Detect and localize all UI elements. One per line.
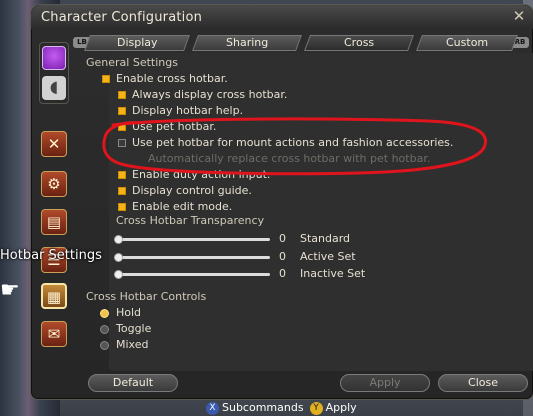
pointing-hand-icon: ☛ <box>0 278 20 303</box>
slider-track[interactable] <box>118 273 270 276</box>
slider-value: 0 <box>279 250 286 263</box>
hint-apply: Apply <box>325 401 357 414</box>
input-mode-selector: ◖ <box>39 42 69 104</box>
checkbox[interactable] <box>118 107 126 115</box>
setting-auto-replace-cross-hotbar: Automatically replace cross hotbar with … <box>148 152 431 165</box>
checkbox[interactable] <box>118 91 126 99</box>
mouse-icon[interactable]: ◖ <box>42 76 66 100</box>
setting-always-display-cross-hotbar[interactable]: Always display cross hotbar. <box>118 88 418 102</box>
title-bar[interactable]: Character Configuration ✕ <box>31 5 533 29</box>
setting-pet-hotbar-mount-actions[interactable]: Use pet hotbar for mount actions and fas… <box>118 136 498 150</box>
tab-cross[interactable]: Cross <box>304 35 414 51</box>
checkbox[interactable] <box>118 123 126 131</box>
slider-label: Standard <box>300 232 351 245</box>
checkbox[interactable] <box>118 171 126 179</box>
default-button[interactable]: Default <box>88 374 178 392</box>
tab-bar: Display Sharing Cross Custom <box>84 35 518 51</box>
setting-enable-cross-hotbar[interactable]: Enable cross hotbar. <box>102 72 402 86</box>
slider-value: 0 <box>279 267 286 280</box>
radio-hold[interactable]: Hold <box>100 306 220 320</box>
checkbox[interactable] <box>102 75 110 83</box>
category-sidebar: ◖ ✕ ⚙ ▤ ☰ ▦ ✉ <box>33 35 69 393</box>
slider-knob[interactable] <box>114 253 123 262</box>
slider-label: Active Set <box>300 250 356 263</box>
apply-button[interactable]: Apply <box>340 374 430 392</box>
card-settings-icon[interactable]: ▤ <box>41 209 67 235</box>
setting-enable-duty-action-input[interactable]: Enable duty action input. <box>118 168 418 182</box>
y-button-icon: Y <box>309 401 323 415</box>
tab-custom[interactable]: Custom <box>416 35 518 51</box>
general-settings-heading: General Settings <box>86 56 178 69</box>
x-button-icon: X <box>206 401 219 415</box>
gear-settings-icon[interactable]: ⚙ <box>41 171 67 197</box>
hotbar-settings-icon[interactable]: ▦ <box>41 283 67 309</box>
radio-button[interactable] <box>100 309 109 318</box>
tab-sharing[interactable]: Sharing <box>192 35 302 51</box>
slider-label: Inactive Set <box>300 267 366 280</box>
radio-button[interactable] <box>100 341 109 350</box>
radio-toggle[interactable]: Toggle <box>100 322 220 336</box>
close-button[interactable]: Close <box>438 374 528 392</box>
hint-subcommands: Subcommands <box>222 401 304 414</box>
setting-enable-edit-mode[interactable]: Enable edit mode. <box>118 200 418 214</box>
chat-settings-icon[interactable]: ✉ <box>41 321 67 347</box>
setting-display-hotbar-help[interactable]: Display hotbar help. <box>118 104 418 118</box>
radio-mixed[interactable]: Mixed <box>100 338 220 352</box>
radio-button[interactable] <box>100 325 109 334</box>
setting-display-control-guide[interactable]: Display control guide. <box>118 184 418 198</box>
checkbox[interactable] <box>118 203 126 211</box>
slider-track[interactable] <box>118 256 270 259</box>
battle-settings-icon[interactable]: ✕ <box>41 131 67 157</box>
window-title: Character Configuration <box>41 10 203 25</box>
checkbox[interactable] <box>118 139 126 147</box>
controls-heading: Cross Hotbar Controls <box>86 290 207 303</box>
slider-value: 0 <box>279 232 286 245</box>
slider-track[interactable] <box>118 238 270 241</box>
control-hints: X Subcommands Y Apply <box>206 400 357 416</box>
hotbar-settings-tooltip: Hotbar Settings <box>0 248 102 263</box>
window-close-icon[interactable]: ✕ <box>511 8 527 24</box>
transparency-heading: Cross Hotbar Transparency <box>116 214 265 227</box>
slider-knob[interactable] <box>114 270 123 279</box>
tab-display[interactable]: Display <box>84 35 190 51</box>
gamepad-icon[interactable] <box>42 46 66 70</box>
slider-knob[interactable] <box>114 235 123 244</box>
setting-use-pet-hotbar[interactable]: Use pet hotbar. <box>118 120 418 134</box>
checkbox[interactable] <box>118 187 126 195</box>
